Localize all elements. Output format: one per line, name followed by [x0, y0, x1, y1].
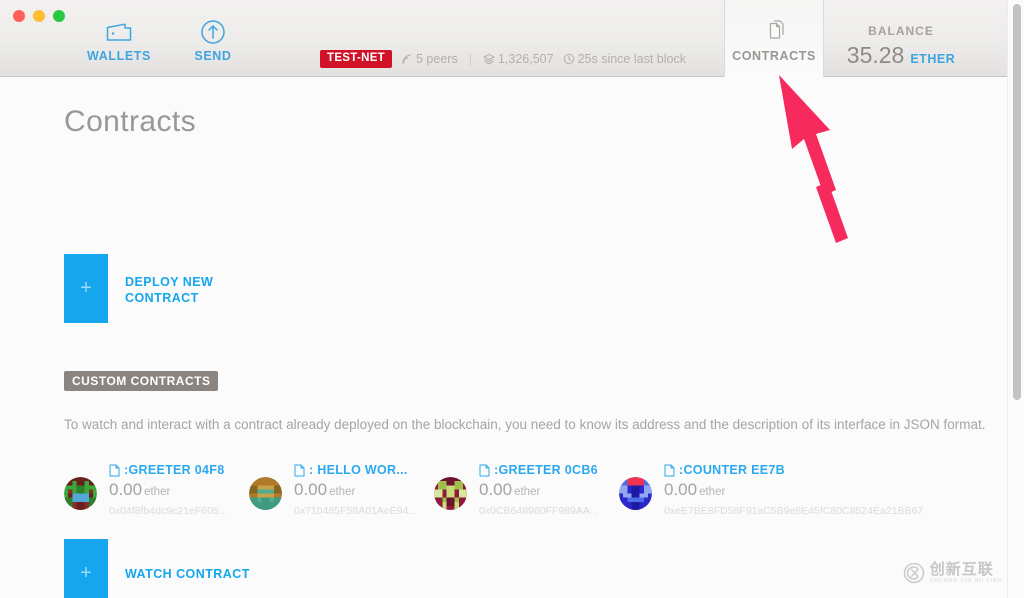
contract-info: :COUNTER EE7B 0.00 ether 0xeE7BE8FD58F91a… [664, 463, 924, 517]
minimize-button-icon[interactable] [33, 10, 45, 22]
peers-count: 5 peers [416, 51, 458, 66]
contract-balance: 0.00 ether [109, 480, 228, 500]
blocks-stack-icon [482, 53, 495, 65]
wallet-icon [71, 18, 167, 46]
contract-name-row: :GREETER 04F8 [109, 463, 228, 477]
contract-info: :GREETER 0CB6 0.00 ether 0x0CB648960FF989… [479, 463, 599, 517]
watermark-logo-icon [903, 562, 924, 584]
peers-signal-icon [402, 54, 412, 64]
nav-contracts-tab[interactable]: CONTRACTS [724, 0, 824, 78]
close-button-icon[interactable] [13, 10, 25, 22]
send-arrow-up-icon [165, 18, 261, 46]
contract-balance-unit: ether [329, 486, 356, 498]
list-item[interactable]: :GREETER 0CB6 0.00 ether 0x0CB648960FF989… [434, 463, 619, 517]
avatar [249, 477, 282, 510]
watch-contract-label: WATCH CONTRACT [125, 567, 250, 581]
custom-contracts-description: To watch and interact with a contract al… [64, 417, 986, 432]
nav-contracts-label: CONTRACTS [732, 49, 816, 63]
scrollbar-thumb[interactable] [1013, 4, 1021, 400]
last-block-time: 25s since last block [577, 51, 686, 66]
balance-amount: 35.28 [846, 42, 905, 68]
contract-balance-value: 0.00 [664, 480, 698, 499]
contract-name: :GREETER 0CB6 [494, 463, 598, 477]
nav-send[interactable]: SEND [165, 18, 261, 63]
document-icon [294, 464, 305, 476]
document-icon [109, 464, 120, 476]
network-status-bar: TEST-NET 5 peers | 1,326,507 25s since l… [320, 50, 686, 68]
page-title: Contracts [64, 105, 196, 138]
deploy-new-contract-label: DEPLOY NEW CONTRACT [125, 275, 214, 305]
vertical-scrollbar[interactable] [1007, 0, 1024, 598]
last-block-status: 25s since last block [563, 52, 686, 66]
status-divider: | [468, 51, 472, 66]
nav-send-label: SEND [194, 49, 232, 63]
network-badge: TEST-NET [320, 50, 392, 68]
document-icon [479, 464, 490, 476]
balance-display: BALANCE 35.28 ETHER [831, 24, 971, 69]
contract-balance-value: 0.00 [294, 480, 328, 499]
zoom-button-icon[interactable] [53, 10, 65, 22]
nav-wallets-label: WALLETS [87, 49, 151, 63]
contract-balance-unit: ether [514, 486, 541, 498]
document-icon [664, 464, 675, 476]
deploy-new-contract-button[interactable]: + DEPLOY NEW CONTRACT [64, 254, 235, 323]
avatar [619, 477, 652, 510]
contracts-list: :GREETER 04F8 0.00 ether 0x04f8fb4dc9c21e… [64, 463, 944, 517]
clock-icon [563, 53, 574, 64]
watermark: 创新互联 CHUANG XIN HU LIAN [903, 562, 1002, 584]
balance-currency: ETHER [910, 52, 956, 66]
block-number: 1,326,507 [497, 51, 554, 66]
contract-balance: 0.00 ether [664, 480, 879, 500]
contract-balance: 0.00 ether [294, 480, 417, 500]
contract-info: : HELLO WOR... 0.00 ether 0x710485F58A01A… [294, 463, 417, 517]
contract-balance: 0.00 ether [479, 480, 599, 500]
contract-address: 0x0CB648960FF989AA... [479, 505, 599, 517]
contract-name-row: :COUNTER EE7B [664, 463, 879, 477]
nav-wallets[interactable]: WALLETS [71, 18, 167, 63]
contract-address: 0x710485F58A01AeE94... [294, 505, 418, 517]
avatar [64, 477, 97, 510]
list-item[interactable]: :GREETER 04F8 0.00 ether 0x04f8fb4dc9c21e… [64, 463, 249, 517]
list-item[interactable]: :COUNTER EE7B 0.00 ether 0xeE7BE8FD58F91a… [619, 463, 924, 517]
contract-name: :GREETER 04F8 [124, 463, 225, 477]
contract-balance-value: 0.00 [109, 480, 143, 499]
top-toolbar: WALLETS SEND TEST-NET 5 peers | 1,326,50… [0, 0, 1007, 78]
contracts-page: Contracts + DEPLOY NEW CONTRACT CUSTOM C… [0, 77, 1007, 598]
watermark-text: 创新互联 CHUANG XIN HU LIAN [930, 562, 1002, 584]
watermark-chinese: 创新互联 [929, 561, 994, 578]
app-window: WALLETS SEND TEST-NET 5 peers | 1,326,50… [0, 0, 1007, 598]
balance-label: BALANCE [868, 24, 934, 38]
contract-info: :GREETER 04F8 0.00 ether 0x04f8fb4dc9c21e… [109, 463, 228, 517]
avatar [434, 477, 467, 510]
contract-balance-unit: ether [699, 486, 726, 498]
watermark-pinyin: CHUANG XIN HU LIAN [929, 578, 1002, 584]
balance-row: 35.28 ETHER [831, 42, 971, 69]
contract-address: 0x04f8fb4dc9c21eF605... [109, 505, 228, 517]
watch-contract-button[interactable]: + WATCH CONTRACT [64, 539, 250, 598]
contract-balance-unit: ether [144, 486, 171, 498]
window-controls[interactable] [13, 10, 65, 22]
plus-icon: + [64, 539, 108, 598]
contract-address: 0xeE7BE8FD58F91aC5B9e8E45fC80C8524Ea21BB… [664, 505, 924, 517]
contract-name-row: :GREETER 0CB6 [479, 463, 599, 477]
contract-balance-value: 0.00 [479, 480, 513, 499]
contract-name: :COUNTER EE7B [679, 463, 785, 477]
contracts-documents-icon [725, 18, 823, 46]
contract-name-row: : HELLO WOR... [294, 463, 417, 477]
contract-name: : HELLO WOR... [309, 463, 408, 477]
peers-status: 5 peers [401, 52, 458, 66]
plus-icon: + [64, 254, 108, 323]
app-root: WALLETS SEND TEST-NET 5 peers | 1,326,50… [0, 0, 1024, 598]
list-item[interactable]: : HELLO WOR... 0.00 ether 0x710485F58A01A… [249, 463, 434, 517]
custom-contracts-heading: CUSTOM CONTRACTS [64, 371, 219, 391]
block-status: 1,326,507 [482, 51, 554, 66]
